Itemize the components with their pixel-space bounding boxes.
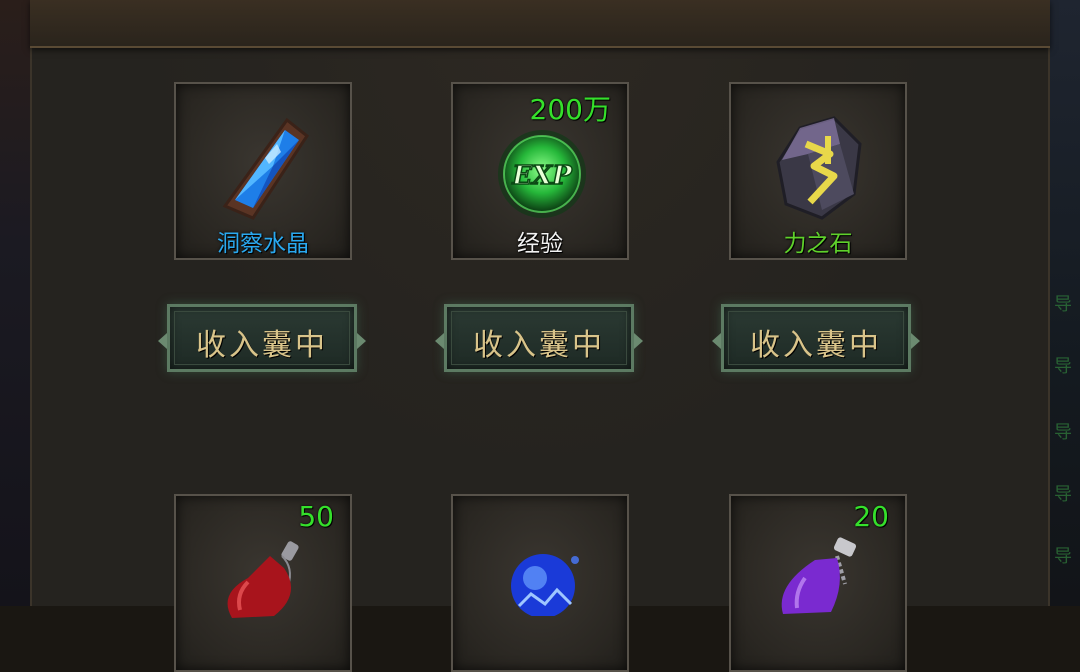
reward-slot-blue-orb[interactable] [451,494,629,672]
reward-name: 力之石 [731,224,905,258]
reward-slot-purple-potion[interactable]: 20 [729,494,907,672]
reward-slot-exp[interactable]: 200万 EXP 经验 [451,82,629,260]
collect-button-label: 收入囊中 [170,320,354,364]
left-background-edge [0,0,30,606]
reward-slot-insight-crystal[interactable]: 洞察水晶 [174,82,352,260]
button-left-ornament [158,333,167,349]
right-edge-glyph: 导 [1052,542,1074,568]
svg-text:EXP: EXP [511,161,573,191]
reward-quantity: 50 [298,500,334,533]
insight-crystal-icon [215,114,315,228]
collect-button-label: 收入囊中 [724,320,908,364]
blue-orb-icon [505,546,585,620]
exp-orb-icon: EXP [492,130,592,224]
button-right-ornament [634,333,643,349]
button-left-ornament [712,333,721,349]
reward-slot-red-potion[interactable]: 50 [174,494,352,672]
panel-title-bar [30,0,1050,48]
right-edge-glyph: 导 [1052,290,1074,316]
red-potion-icon [222,538,312,622]
reward-name: 经验 [453,224,627,258]
strength-stone-icon [770,114,870,228]
reward-quantity: 200万 [530,88,611,128]
purple-potion-icon [775,534,865,618]
right-edge-glyph: 导 [1052,480,1074,506]
collect-button-label: 收入囊中 [447,320,631,364]
reward-name: 洞察水晶 [176,224,350,258]
collect-button[interactable]: 收入囊中 [167,304,357,372]
collect-button[interactable]: 收入囊中 [721,304,911,372]
right-edge-glyph: 导 [1052,352,1074,378]
reward-slot-strength-stone[interactable]: 力之石 [729,82,907,260]
button-left-ornament [435,333,444,349]
right-edge-glyph: 导 [1052,418,1074,444]
reward-quantity: 20 [853,500,889,533]
collect-button[interactable]: 收入囊中 [444,304,634,372]
button-right-ornament [911,333,920,349]
button-right-ornament [357,333,366,349]
